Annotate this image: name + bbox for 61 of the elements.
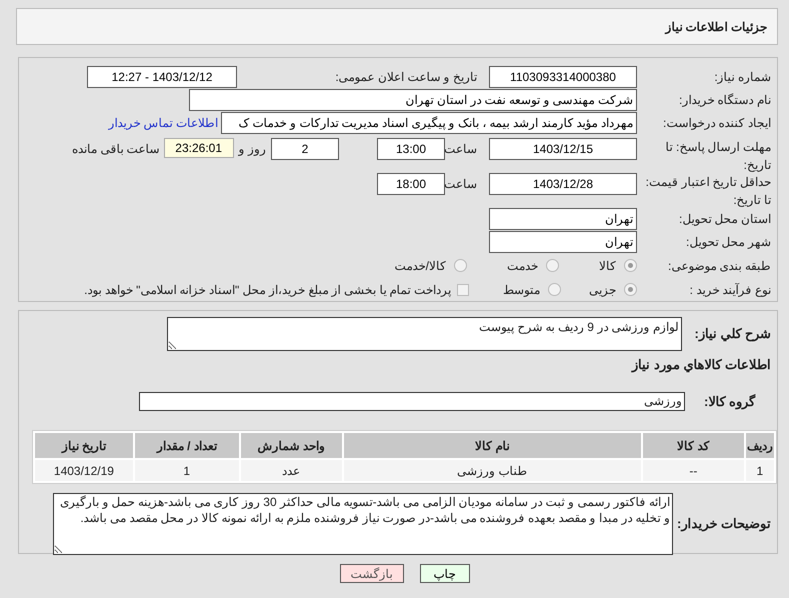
input-field[interactable]: 1403/12/28 [489, 173, 637, 195]
radio-button[interactable] [624, 259, 637, 272]
field-label: شماره نیاز: [713, 69, 772, 86]
input-field[interactable]: تهران [489, 208, 637, 230]
radio-label: متوسط [503, 282, 540, 299]
radio-button[interactable] [624, 283, 637, 296]
remaining-time-field[interactable]: 23:26:01 [164, 138, 234, 158]
field-label: روز و [238, 141, 266, 158]
page-title: جزئیات اطلاعات نیاز [665, 18, 767, 36]
field-label: استان محل تحویل: [678, 211, 772, 228]
input-field[interactable]: 1103093314000380 [489, 66, 637, 88]
column-header: تاریخ نیاز [35, 433, 133, 458]
input-field[interactable]: 1403/12/12 - 12:27 [87, 66, 237, 88]
column-header: تعداد / مقدار [134, 433, 239, 458]
field-label: گروه کالا: [703, 392, 756, 411]
field-label: ایجاد کننده درخواست: [662, 115, 772, 132]
radio-button[interactable] [454, 259, 467, 272]
input-field[interactable]: 2 [271, 138, 339, 160]
radio-label: خدمت [507, 258, 538, 275]
field-label: شهر محل تحویل: [684, 234, 772, 251]
field-label: طبقه بندی موضوعی: [666, 258, 772, 275]
field-label: نوع فرآیند خرید : [688, 282, 772, 299]
table-cell: طناب ورزشی [344, 460, 641, 481]
back-button[interactable]: بازگشت [340, 564, 404, 583]
checkbox[interactable] [457, 284, 469, 296]
table-cell: -- [642, 460, 744, 481]
column-header: واحد شمارش [240, 433, 342, 458]
input-field[interactable]: 1403/12/15 [489, 138, 637, 160]
input-field[interactable]: ورزشی [139, 392, 685, 411]
field-label: شرح كلي نياز: [693, 325, 772, 344]
input-field[interactable]: 13:00 [377, 138, 445, 160]
field-label: نام دستگاه خریدار: [678, 92, 772, 109]
summary-textarea[interactable]: لوازم ورزشی در 9 ردیف به شرح پیوست [167, 317, 682, 351]
print-button[interactable]: چاپ [420, 564, 470, 583]
radio-button[interactable] [546, 259, 559, 272]
input-field[interactable]: شرکت مهندسی و توسعه نفت در استان تهران [189, 89, 637, 111]
table-cell: 1 [134, 460, 239, 481]
notes-textarea[interactable]: ارائه فاکتور رسمی و ثبت در سامانه مودیان الزامی می باشد-تسویه مالی حداکثر 30 روز کاری می باشد-هزینه حمل و بارگیری و تخلیه در مبدا و مقصد بعهده فروشنده می باشد-در صورت نیاز فروشنده ملزم به ارائه نمونه کالا در محل مقصد می باشد. [53, 493, 673, 555]
field-label: توضیحات خریدار: [676, 515, 772, 534]
input-field[interactable]: مهرداد مؤید کارمند ارشد بیمه ، بانک و پیگیری اسناد مدیریت تدارکات و خدمات ک [221, 112, 637, 134]
section-heading: اطلاعات كالاهاي مورد نياز [630, 356, 772, 374]
field-label: ساعت [445, 176, 477, 193]
input-field[interactable]: 18:00 [377, 173, 445, 195]
table-cell: 1403/12/19 [35, 460, 133, 481]
column-header: کد کالا [642, 433, 744, 458]
column-header: ردیف [746, 433, 774, 458]
checkbox-label: پرداخت تمام یا بخشی از مبلغ خرید،از محل "اسناد خزانه اسلامی" خواهد بود. [84, 282, 451, 299]
radio-label: جزیی [589, 282, 616, 299]
field-label: مهلت ارسال پاسخ: تا تاریخ: [664, 139, 772, 174]
radio-label: کالا [599, 258, 616, 275]
radio-button[interactable] [548, 283, 561, 296]
field-label: حداقل تاریخ اعتبار قیمت: تا تاریخ: [644, 174, 772, 209]
table-cell: عدد [240, 460, 342, 481]
input-field[interactable]: تهران [489, 231, 637, 253]
column-header: نام کالا [344, 433, 641, 458]
buyer-contact-link[interactable]: اطلاعات تماس خریدار [108, 114, 218, 132]
table-cell: 1 [746, 460, 774, 481]
radio-label: کالا/خدمت [394, 258, 446, 275]
field-label: تاریخ و ساعت اعلان عمومی: [334, 69, 477, 86]
field-label: ساعت [445, 141, 477, 158]
field-label: ساعت باقی مانده [72, 141, 160, 158]
